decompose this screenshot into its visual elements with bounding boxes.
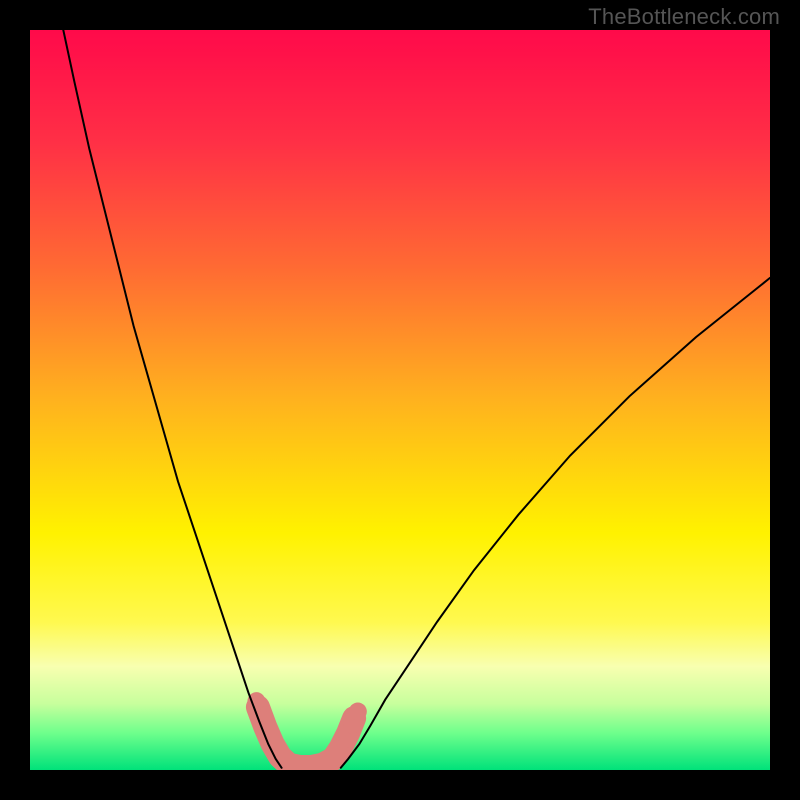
gradient-background	[30, 30, 770, 770]
chart-svg	[30, 30, 770, 770]
watermark-text: TheBottleneck.com	[588, 4, 780, 30]
plot-area	[30, 30, 770, 770]
marker-dot	[349, 703, 367, 721]
chart-frame: TheBottleneck.com	[0, 0, 800, 800]
